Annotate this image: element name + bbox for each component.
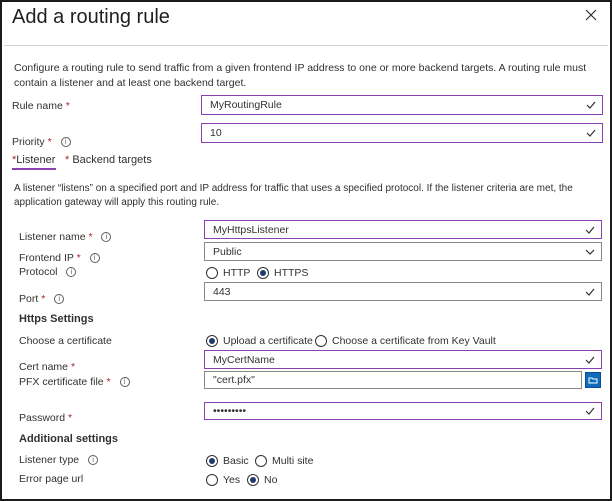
checkmark-icon (585, 226, 595, 234)
rule-name-input[interactable]: MyRoutingRule (201, 95, 603, 115)
https-settings-heading: Https Settings (19, 313, 94, 325)
info-icon[interactable]: i (119, 377, 130, 388)
radio-button-selected[interactable] (247, 473, 259, 486)
radio-button-selected[interactable] (206, 454, 218, 467)
tab-selected-indicator (12, 168, 56, 170)
info-icon[interactable]: i (88, 455, 99, 466)
protocol-https-radio[interactable]: HTTPS (257, 264, 308, 282)
listener-name-label: Listener name * i (19, 231, 112, 243)
rule-name-label: Rule name * (12, 100, 70, 112)
radio-button[interactable] (206, 473, 218, 486)
checkmark-icon (585, 288, 595, 296)
folder-browse-icon[interactable] (585, 372, 601, 388)
radio-button-selected[interactable] (206, 334, 218, 347)
info-icon[interactable]: i (60, 137, 71, 148)
tab-backend-targets[interactable]: * Backend targets (65, 154, 152, 166)
dialog-title: Add a routing rule (12, 6, 170, 28)
pfx-file-input[interactable]: "cert.pfx" (204, 371, 582, 389)
listener-type-multisite-radio[interactable]: Multi site (255, 452, 313, 470)
port-input[interactable]: 443 (204, 282, 602, 301)
title-divider (4, 45, 608, 46)
radio-button[interactable] (315, 334, 327, 347)
listener-description: A listener “listens” on a specified port… (14, 183, 573, 208)
choose-certificate-label: Choose a certificate (19, 335, 112, 347)
radio-button[interactable] (255, 454, 267, 467)
info-icon[interactable]: i (101, 232, 112, 243)
frontend-ip-label: Frontend IP * i (19, 252, 100, 264)
error-page-no-radio[interactable]: No (247, 471, 277, 489)
upload-certificate-radio[interactable]: Upload a certificate (206, 332, 313, 350)
chevron-down-icon (585, 249, 595, 255)
checkmark-icon (585, 356, 595, 364)
error-page-yes-radio[interactable]: Yes (206, 471, 240, 489)
radio-button[interactable] (206, 266, 218, 279)
listener-name-input[interactable]: MyHttpsListener (204, 220, 602, 239)
additional-settings-heading: Additional settings (19, 433, 118, 445)
info-icon[interactable]: i (89, 253, 100, 264)
listener-type-label: Listener type i (19, 454, 99, 466)
cert-name-label: Cert name * (19, 361, 76, 373)
dialog-description: Configure a routing rule to send traffic… (14, 62, 587, 89)
listener-type-basic-radio[interactable]: Basic (206, 452, 249, 470)
password-label: Password * (19, 412, 73, 424)
radio-button-selected[interactable] (257, 266, 269, 279)
priority-input[interactable]: 10 (201, 123, 603, 143)
protocol-http-radio[interactable]: HTTP (206, 264, 250, 282)
checkmark-icon (586, 101, 596, 109)
info-icon[interactable]: i (66, 267, 77, 278)
cert-name-input[interactable]: MyCertName (204, 350, 602, 369)
routing-rule-dialog: Add a routing rule Configure a routing r… (0, 0, 612, 501)
tab-listener[interactable]: *Listener (12, 154, 55, 166)
pfx-certificate-file-label: PFX certificate file * i (19, 376, 130, 388)
error-page-url-label: Error page url (19, 473, 84, 485)
password-input[interactable]: ••••••••• (204, 402, 602, 420)
protocol-label: Protocol i (19, 266, 77, 278)
checkmark-icon (585, 407, 595, 415)
checkmark-icon (586, 129, 596, 137)
priority-label: Priority * i (12, 136, 71, 148)
frontend-ip-select[interactable]: Public (204, 242, 602, 261)
close-icon[interactable] (584, 8, 598, 22)
port-label: Port * i (19, 293, 65, 305)
info-icon[interactable]: i (54, 294, 65, 305)
key-vault-certificate-radio[interactable]: Choose a certificate from Key Vault (315, 332, 496, 350)
